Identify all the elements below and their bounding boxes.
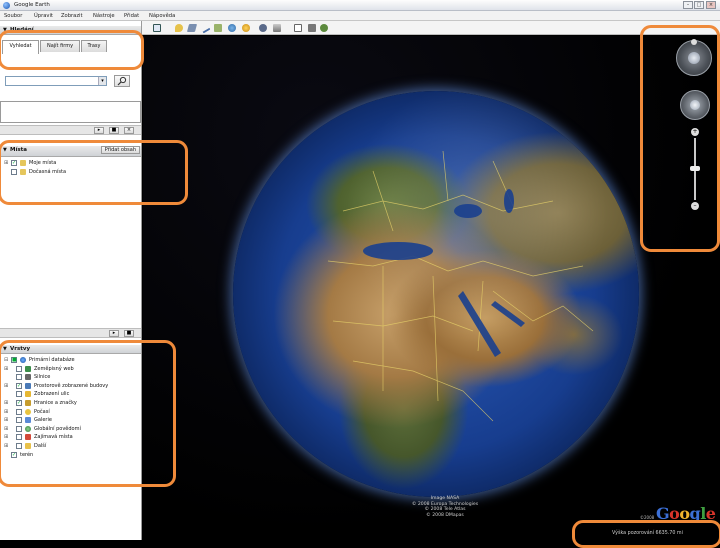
earth-globe[interactable] bbox=[233, 91, 639, 497]
image-overlay-icon[interactable] bbox=[214, 24, 222, 32]
highlight-status-bar bbox=[572, 520, 720, 548]
placemark-icon[interactable] bbox=[175, 24, 183, 32]
highlight-places bbox=[0, 140, 188, 205]
search-results[interactable] bbox=[0, 101, 141, 123]
title-bar: Google Earth – □ × bbox=[0, 0, 720, 11]
menu-tools[interactable]: Nástroje bbox=[93, 13, 115, 19]
maps-icon[interactable] bbox=[320, 24, 328, 32]
email-icon[interactable] bbox=[294, 24, 302, 32]
search-controls: ▸ ■ × bbox=[0, 125, 141, 135]
sun-icon[interactable] bbox=[242, 24, 250, 32]
polygon-icon[interactable] bbox=[186, 24, 198, 32]
google-earth-icon bbox=[3, 2, 10, 9]
search-button[interactable] bbox=[114, 75, 130, 87]
stop-button[interactable]: ■ bbox=[109, 127, 119, 134]
toolbar bbox=[142, 21, 720, 35]
close-button[interactable]: × bbox=[706, 1, 716, 9]
window-title: Google Earth bbox=[14, 2, 50, 8]
menu-view[interactable]: Zobrazit bbox=[61, 13, 83, 19]
menu-add[interactable]: Přidat bbox=[124, 13, 139, 19]
imagery-attribution: Image NASA © 2008 Europa Technologies © … bbox=[385, 496, 505, 518]
maximize-button[interactable]: □ bbox=[694, 1, 704, 9]
sidebar-toggle-icon[interactable] bbox=[153, 24, 161, 32]
search-input[interactable]: ▾ bbox=[5, 76, 107, 86]
menu-bar: Soubor Úpravit Zobrazit Nástroje Přidat … bbox=[0, 11, 720, 21]
ruler-icon[interactable] bbox=[259, 24, 267, 32]
menu-help[interactable]: Nápověda bbox=[149, 13, 175, 19]
highlight-search bbox=[0, 30, 144, 70]
places-play-button[interactable]: ▸ bbox=[109, 330, 119, 337]
places-controls: ▸ ■ bbox=[0, 328, 141, 338]
attribution-line: © 2008 DMapas bbox=[426, 512, 464, 518]
tour-icon[interactable] bbox=[228, 24, 236, 32]
sky-icon[interactable] bbox=[273, 24, 281, 32]
highlight-layers bbox=[0, 340, 176, 487]
highlight-navigation bbox=[640, 25, 720, 252]
path-icon[interactable] bbox=[199, 22, 211, 34]
dropdown-arrow-icon[interactable]: ▾ bbox=[98, 77, 106, 85]
menu-file[interactable]: Soubor bbox=[4, 13, 22, 19]
print-icon[interactable] bbox=[308, 24, 316, 32]
country-borders bbox=[327, 150, 594, 422]
menu-edit[interactable]: Úpravit bbox=[34, 13, 53, 19]
play-button[interactable]: ▸ bbox=[94, 127, 104, 134]
clear-button[interactable]: × bbox=[124, 127, 134, 134]
search-icon bbox=[117, 76, 127, 86]
minimize-button[interactable]: – bbox=[683, 1, 693, 9]
places-stop-button[interactable]: ■ bbox=[124, 330, 134, 337]
